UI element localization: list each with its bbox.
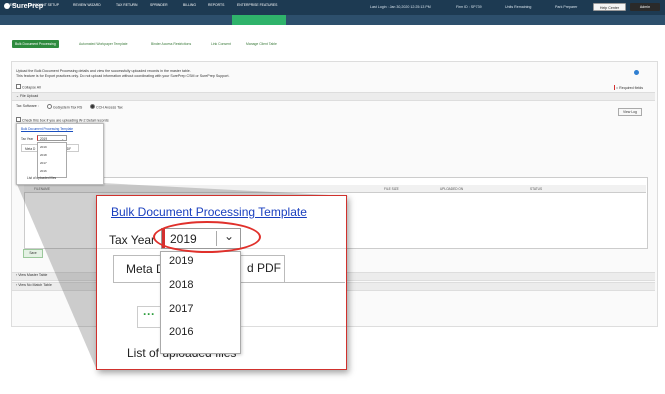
tab-pdf-label: d PDF (247, 261, 282, 275)
upload-action-button[interactable]: ··· (137, 306, 161, 328)
mini-year-dropdown: 2019 2018 2017 2016 (37, 142, 67, 178)
mini-tax-year-select[interactable]: 2019 ⌄ (37, 135, 67, 141)
mini-template-link[interactable]: Bulk Document Processing Template (21, 127, 73, 131)
bulk-template-link[interactable]: Bulk Document Processing Template (111, 205, 307, 219)
tax-year-label: Tax Year (109, 233, 156, 247)
year-option-2018[interactable]: 2018 (169, 279, 193, 291)
mini-selected-year: 2019 (40, 137, 48, 141)
zoom-callout: Bulk Document Processing Template Tax Ye… (96, 195, 347, 370)
mini-tax-year-label: Tax Year (21, 137, 34, 141)
mini-year-option[interactable]: 2019 (38, 143, 66, 151)
mini-upload-panel: Bulk Document Processing Template Tax Ye… (16, 123, 104, 185)
year-option-2017[interactable]: 2017 (169, 303, 193, 315)
mini-list-label: List of uploaded files (27, 176, 57, 180)
highlight-ring (153, 221, 261, 253)
mini-year-option[interactable]: 2016 (38, 167, 66, 175)
tax-year-dropdown-list: 2019 2018 2017 2016 (160, 251, 241, 354)
year-option-2016[interactable]: 2016 (169, 326, 193, 338)
year-option-2019[interactable]: 2019 (169, 255, 193, 267)
mini-tab-label: Meta D (25, 147, 36, 151)
mini-year-option[interactable]: 2017 (38, 159, 66, 167)
tab-meta-label: Meta D (126, 262, 165, 276)
mini-year-option[interactable]: 2018 (38, 151, 66, 159)
